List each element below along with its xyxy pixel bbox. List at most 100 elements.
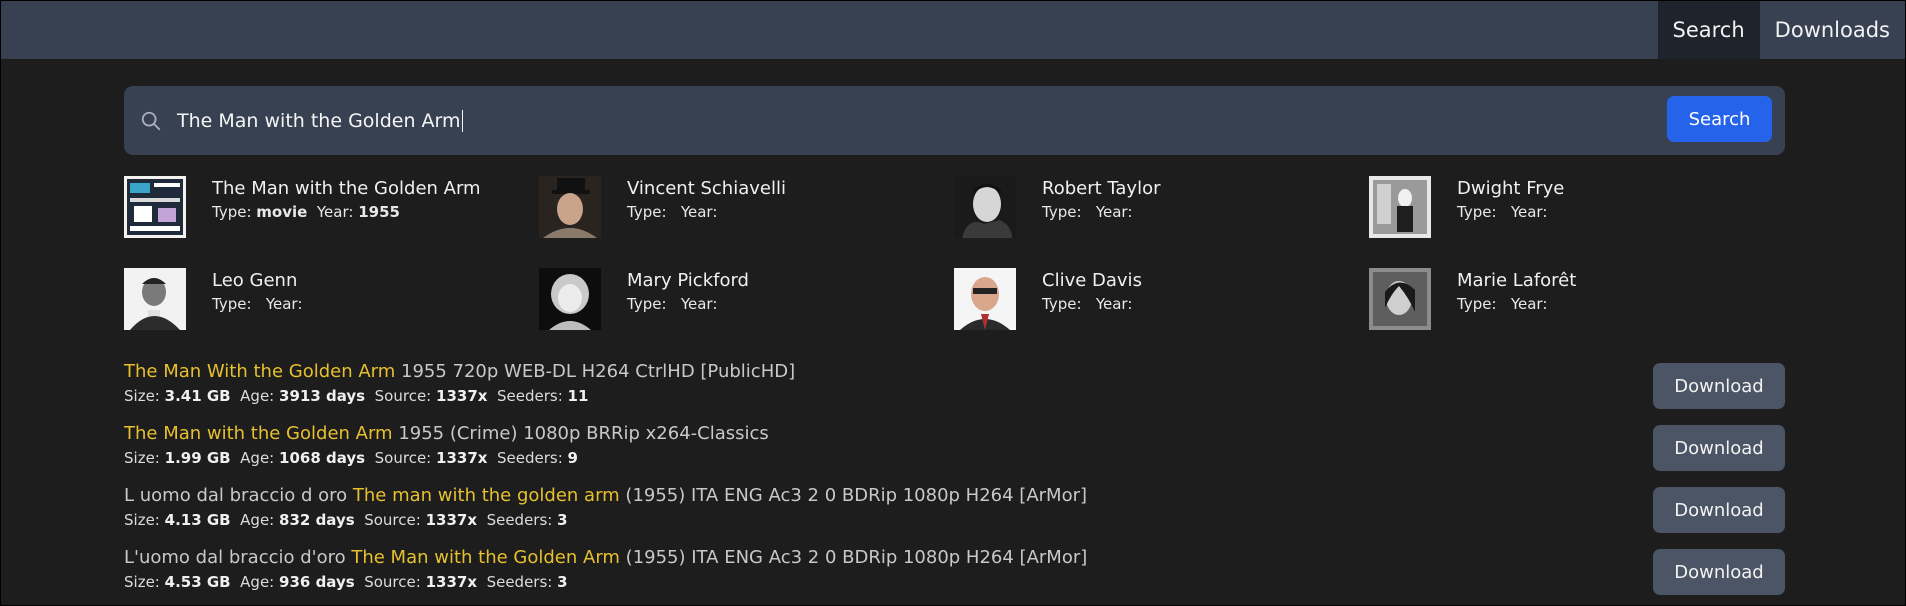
type-label: Type: [1042,203,1082,221]
torrent-row: The Man with the Golden Arm 1955 (Crime)… [124,423,1785,485]
source-label: Source: [374,387,432,405]
type-label: Type: [627,295,667,313]
torrent-meta: Size: 1.99 GB Age: 1068 days Source: 133… [124,449,1785,467]
size-label: Size: [124,573,160,591]
result-card[interactable]: Clive Davis Type: Year: [954,268,1369,330]
size-value: 3.41 GB [164,387,231,405]
torrent-name-prefix: L'uomo dal braccio d'oro [124,547,352,568]
nav-downloads-tab[interactable]: Downloads [1759,1,1905,59]
result-card[interactable]: Marie Laforêt Type: Year: [1369,268,1784,330]
result-title: Marie Laforêt [1457,270,1577,291]
torrent-name-suffix: (1955) ITA ENG Ac3 2 0 BDRip 1080p H264 … [619,485,1087,506]
year-label: Year: [1095,295,1133,313]
search-bar: The Man with the Golden Arm Search [124,86,1785,155]
result-meta: Type: Year: [1042,203,1161,221]
torrent-name-highlight: The Man with the Golden Arm [124,423,393,444]
torrent-row: The Man With the Golden Arm 1955 720p WE… [124,361,1785,423]
torrent-name-suffix: 1955 (Crime) 1080p BRRip x264-Classics [392,423,769,444]
source-label: Source: [364,511,421,529]
search-button[interactable]: Search [1667,96,1772,142]
seeders-value: 9 [567,449,578,467]
source-value: 1337x [425,573,478,591]
result-meta: Type: movie Year: 1955 [212,203,481,221]
age-value: 936 days [279,573,355,591]
nav-search-tab[interactable]: Search [1657,1,1760,59]
source-label: Source: [364,573,421,591]
person-photo-thumbnail [124,268,186,330]
person-photo-thumbnail [954,268,1016,330]
age-label: Age: [240,511,275,529]
result-card[interactable]: Dwight Frye Type: Year: [1369,176,1784,238]
download-button[interactable]: Download [1653,487,1785,533]
result-title: Leo Genn [212,270,298,291]
person-photo-thumbnail [1369,176,1431,238]
source-value: 1337x [436,449,488,467]
seeders-value: 3 [557,573,568,591]
torrent-name-highlight: The Man with the Golden Arm [351,547,620,568]
size-label: Size: [124,449,160,467]
torrent-name: The Man with the Golden Arm 1955 (Crime)… [124,423,1785,445]
torrent-name-suffix: 1955 720p WEB-DL H264 CtrlHD [PublicHD] [395,361,796,382]
result-card[interactable]: The Man with the Golden Arm Type: movie … [124,176,539,238]
torrent-name: The Man With the Golden Arm 1955 720p WE… [124,361,1785,383]
seeders-label: Seeders: [497,387,563,405]
result-title: The Man with the Golden Arm [212,178,481,199]
year-label: Year: [316,203,354,221]
type-label: Type: [627,203,667,221]
type-label: Type: [212,203,252,221]
torrent-meta: Size: 4.13 GB Age: 832 days Source: 1337… [124,511,1785,529]
result-card[interactable]: Leo Genn Type: Year: [124,268,539,330]
torrent-name: L uomo dal braccio d oro The man with th… [124,485,1785,507]
result-card[interactable]: Mary Pickford Type: Year: [539,268,954,330]
result-card[interactable]: Robert Taylor Type: Year: [954,176,1369,238]
download-button[interactable]: Download [1653,549,1785,595]
result-meta: Type: Year: [1042,295,1142,313]
year-label: Year: [1510,203,1548,221]
person-photo-thumbnail [1369,268,1431,330]
size-label: Size: [124,387,160,405]
result-title: Robert Taylor [1042,178,1161,199]
person-photo-thumbnail [954,176,1016,238]
seeders-value: 3 [557,511,568,529]
seeders-label: Seeders: [486,573,553,591]
type-label: Type: [1457,295,1497,313]
size-value: 4.13 GB [164,511,231,529]
search-results-grid: The Man with the Golden Arm Type: movie … [124,176,1785,330]
torrent-name-highlight: The Man With the Golden Arm [124,361,396,382]
torrent-name: L'uomo dal braccio d'oro The Man with th… [124,547,1785,569]
type-label: Type: [212,295,252,313]
size-value: 4.53 GB [164,573,231,591]
result-meta: Type: Year: [1457,203,1564,221]
source-value: 1337x [425,511,478,529]
source-label: Source: [374,449,432,467]
download-button[interactable]: Download [1653,363,1785,409]
result-title: Clive Davis [1042,270,1142,291]
result-card[interactable]: Vincent Schiavelli Type: Year: [539,176,954,238]
age-value: 1068 days [279,449,366,467]
age-label: Age: [240,387,275,405]
year-label: Year: [265,295,303,313]
seeders-label: Seeders: [486,511,553,529]
torrent-name-prefix: L uomo dal braccio d oro [124,485,353,506]
movie-poster-thumbnail [124,176,186,238]
type-label: Type: [1457,203,1497,221]
search-query-text: The Man with the Golden Arm [177,109,461,132]
person-photo-thumbnail [539,176,601,238]
search-icon [141,111,161,130]
torrent-name-suffix: (1955) ITA ENG Ac3 2 0 BDRip 1080p H264 … [619,547,1088,568]
type-value: movie [256,203,308,221]
age-value: 3913 days [279,387,366,405]
torrent-name-highlight: The man with the golden arm [352,485,620,506]
torrent-meta: Size: 3.41 GB Age: 3913 days Source: 133… [124,387,1785,405]
result-meta: Type: Year: [1457,295,1576,313]
result-title: Dwight Frye [1457,178,1565,199]
torrent-list: The Man With the Golden Arm 1955 720p WE… [124,361,1785,605]
year-value: 1955 [358,203,400,221]
app-window: Search Downloads The Man with the Golden… [0,0,1906,606]
search-input[interactable]: The Man with the Golden Arm [177,109,464,132]
download-button[interactable]: Download [1653,425,1785,471]
age-value: 832 days [279,511,355,529]
size-label: Size: [124,511,160,529]
age-label: Age: [240,573,275,591]
torrent-row: L uomo dal braccio d oro The man with th… [124,485,1785,547]
